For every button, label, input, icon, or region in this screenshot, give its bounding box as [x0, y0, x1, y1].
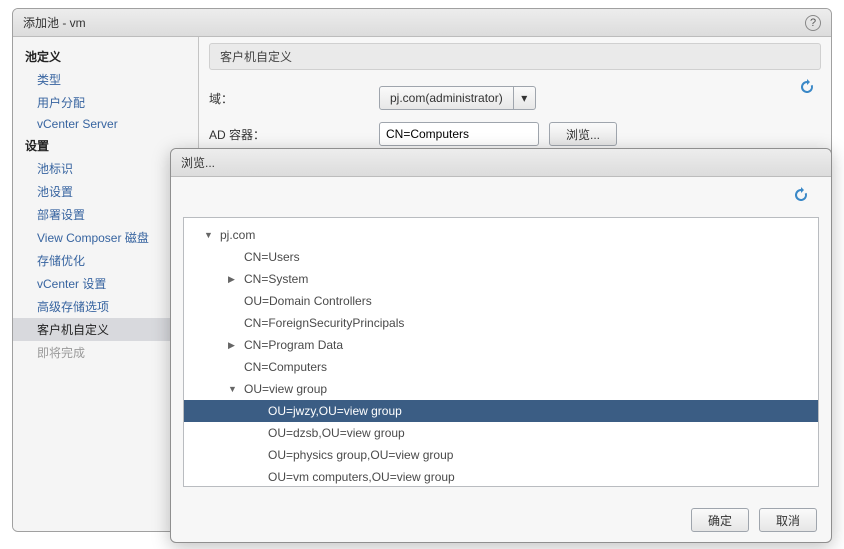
tree-node[interactable]: CN=Users	[184, 246, 818, 268]
tree-node-label: CN=ForeignSecurityPrincipals	[244, 316, 404, 330]
help-icon[interactable]: ?	[805, 15, 821, 31]
panel-title: 客户机自定义	[209, 43, 821, 70]
ad-container-input[interactable]	[379, 122, 539, 146]
browse-button[interactable]: 浏览...	[549, 122, 617, 146]
dialog-footer: 确定 取消	[691, 508, 817, 532]
tree-node[interactable]: OU=jwzy,OU=view group	[184, 400, 818, 422]
sidebar-item-vcenter-server[interactable]: vCenter Server	[13, 114, 198, 134]
tree-node[interactable]: ▼ OU=view group	[184, 378, 818, 400]
tree-node-label: OU=physics group,OU=view group	[268, 448, 453, 462]
domain-value: pj.com(administrator)	[380, 91, 513, 105]
dialog-title: 浏览...	[171, 149, 831, 177]
sidebar-section-pooldef: 池定义	[13, 45, 198, 68]
refresh-icon[interactable]	[799, 79, 815, 95]
expand-icon[interactable]: ▶	[228, 274, 240, 285]
sidebar-item-user-assignment[interactable]: 用户分配	[13, 91, 198, 114]
tree-node-label: OU=jwzy,OU=view group	[268, 404, 402, 418]
dialog-body: ▼ pj.com CN=Users ▶ CN=System OU=Domain Con…	[171, 177, 831, 497]
tree-root[interactable]: ▼ pj.com	[184, 224, 818, 246]
tree-node-label: CN=Users	[244, 250, 300, 264]
tree-node-label: OU=dzsb,OU=view group	[268, 426, 405, 440]
expand-icon[interactable]: ▼	[228, 384, 240, 394]
tree-node-label: OU=vm computers,OU=view group	[268, 470, 455, 484]
tree-node[interactable]: OU=physics group,OU=view group	[184, 444, 818, 466]
window-title: 添加池 - vm	[23, 9, 86, 37]
ad-container-label: AD 容器：	[209, 126, 379, 143]
tree-node-label: OU=Domain Controllers	[244, 294, 372, 308]
collapse-icon[interactable]: ▼	[204, 230, 216, 240]
tree-node-label: CN=System	[244, 272, 308, 286]
browse-dialog: 浏览... ▼ pj.com CN=Users ▶ CN=System OU=Doma…	[170, 148, 832, 543]
ad-tree[interactable]: ▼ pj.com CN=Users ▶ CN=System OU=Domain Con…	[183, 217, 819, 487]
tree-node[interactable]: ▶ CN=System	[184, 268, 818, 290]
tree-root-label: pj.com	[220, 228, 255, 242]
tree-node[interactable]: OU=vm computers,OU=view group	[184, 466, 818, 487]
tree-node[interactable]: OU=dzsb,OU=view group	[184, 422, 818, 444]
dialog-cancel-button[interactable]: 取消	[759, 508, 817, 532]
tree-node[interactable]: OU=Domain Controllers	[184, 290, 818, 312]
tree-node-label: CN=Computers	[244, 360, 327, 374]
tree-node[interactable]: CN=ForeignSecurityPrincipals	[184, 312, 818, 334]
window-titlebar: 添加池 - vm ?	[13, 9, 831, 37]
domain-row: 域： pj.com(administrator) ▾	[209, 86, 821, 110]
ad-container-row: AD 容器： 浏览...	[209, 122, 821, 146]
domain-select[interactable]: pj.com(administrator) ▾	[379, 86, 536, 110]
tree-node-label: OU=view group	[244, 382, 327, 396]
expand-icon[interactable]: ▶	[228, 340, 240, 351]
refresh-icon[interactable]	[793, 187, 809, 206]
chevron-down-icon: ▾	[513, 87, 535, 109]
domain-label: 域：	[209, 90, 379, 107]
tree-node[interactable]: ▶ CN=Program Data	[184, 334, 818, 356]
ok-button[interactable]: 确定	[691, 508, 749, 532]
sidebar-item-type[interactable]: 类型	[13, 68, 198, 91]
tree-node-label: CN=Program Data	[244, 338, 343, 352]
tree-node[interactable]: CN=Computers	[184, 356, 818, 378]
